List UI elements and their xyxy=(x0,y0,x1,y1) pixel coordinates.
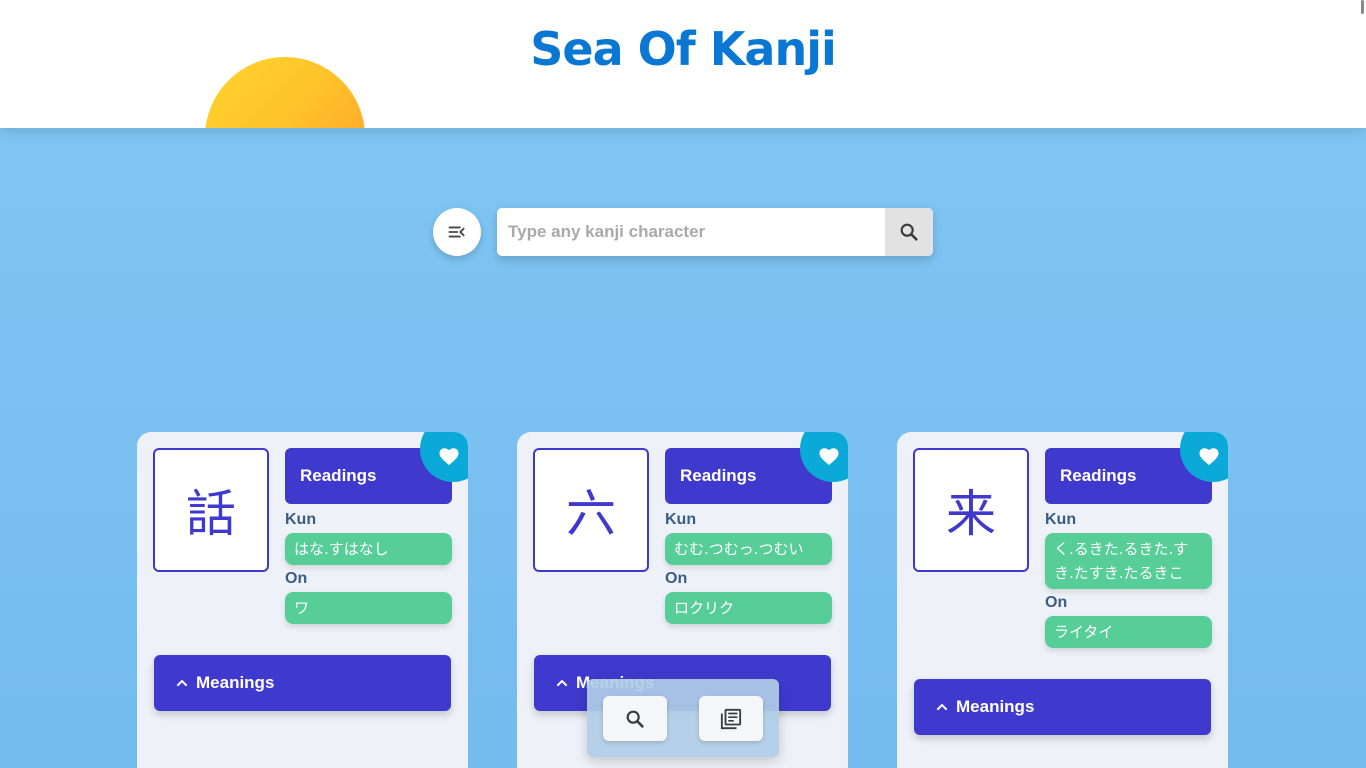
meanings-label: Meanings xyxy=(956,697,1035,716)
library-books-icon xyxy=(720,708,742,729)
kun-reading: むむ.つむっ.つむい xyxy=(665,533,832,565)
kanji-character[interactable]: 話 xyxy=(153,448,269,572)
search-icon xyxy=(900,223,918,241)
bottom-nav-dock xyxy=(587,679,779,757)
on-label: On xyxy=(665,570,688,587)
kun-reading: はな.すはなし xyxy=(285,533,452,565)
kanji-character[interactable]: 来 xyxy=(913,448,1029,572)
heart-icon xyxy=(819,448,839,466)
heart-icon xyxy=(439,448,459,466)
on-reading: ライタイ xyxy=(1045,616,1212,648)
chevron-up-icon xyxy=(556,679,568,687)
search-bar xyxy=(497,208,933,256)
search-icon xyxy=(626,710,644,728)
kanji-search-input[interactable] xyxy=(497,208,885,256)
menu-open-icon xyxy=(448,226,465,238)
on-reading: ワ xyxy=(285,592,452,624)
meanings-toggle-button[interactable]: Meanings xyxy=(154,655,451,711)
kun-label: Kun xyxy=(285,511,317,528)
kun-reading: く.るきた.るきた.すき.たすき.たるきこ xyxy=(1045,533,1212,589)
kun-label: Kun xyxy=(1045,511,1077,528)
on-label: On xyxy=(1045,594,1068,611)
chevron-up-icon xyxy=(176,679,188,687)
dock-search-button[interactable] xyxy=(603,696,667,741)
heart-icon xyxy=(1199,448,1219,466)
menu-toggle-button[interactable] xyxy=(433,208,481,256)
meanings-toggle-button[interactable]: Meanings xyxy=(914,679,1211,735)
dock-library-button[interactable] xyxy=(699,696,763,741)
kanji-character[interactable]: 六 xyxy=(533,448,649,572)
on-label: On xyxy=(285,570,308,587)
app-header: Sea Of Kanji xyxy=(0,0,1366,128)
on-reading: ロクリク xyxy=(665,592,832,624)
chevron-up-icon xyxy=(936,703,948,711)
app-title: Sea Of Kanji xyxy=(530,22,837,76)
meanings-label: Meanings xyxy=(196,673,275,692)
search-button[interactable] xyxy=(885,208,933,256)
kun-label: Kun xyxy=(665,511,697,528)
kanji-card: 話 Readings Kun はな.すはなし On ワ Meanings xyxy=(137,432,468,768)
kanji-card: 来 Readings Kun く.るきた.るきた.すき.たすき.たるきこ On … xyxy=(897,432,1228,768)
scrollbar-thumb[interactable] xyxy=(1361,0,1364,14)
